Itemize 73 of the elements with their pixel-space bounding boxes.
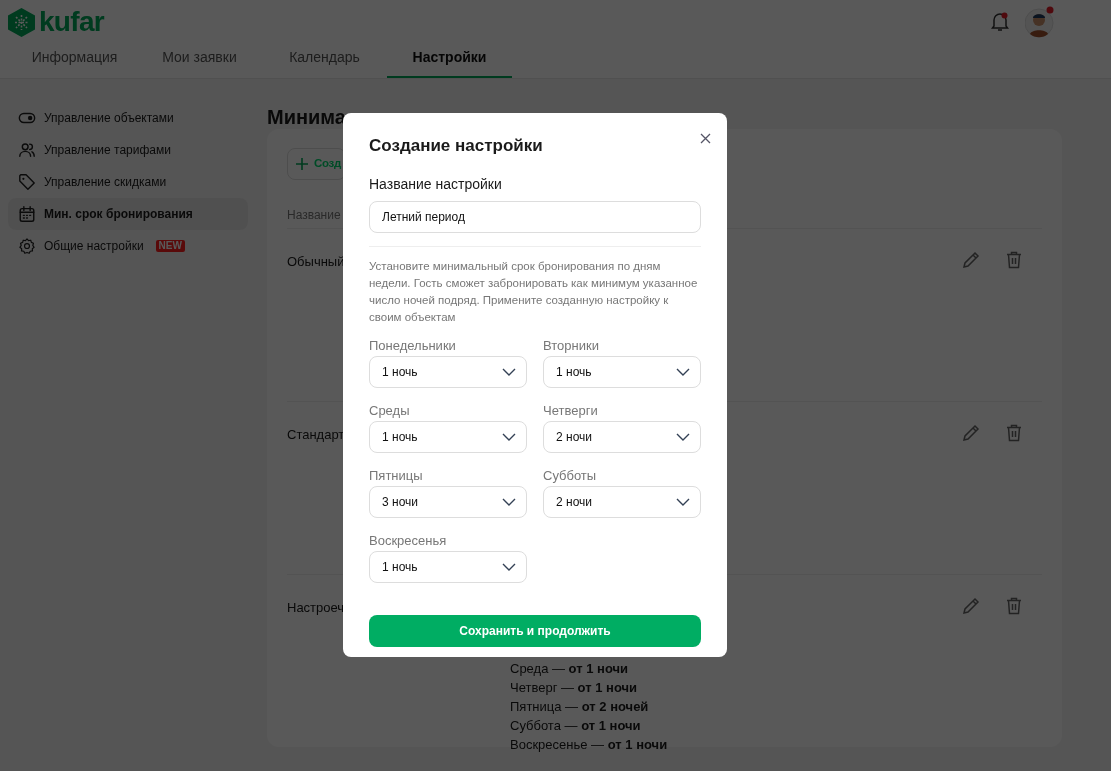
sidebar-item[interactable]: Управление скидками [8, 166, 248, 198]
trash-icon[interactable] [1006, 424, 1022, 442]
pencil-icon[interactable] [962, 424, 980, 442]
new-badge: NEW [155, 240, 185, 252]
page-heading: Минима [267, 105, 347, 129]
select-value: 1 ночь [382, 558, 418, 576]
field-label: Среды [369, 401, 411, 420]
sidebar-label: Мин. срок бронирования [44, 206, 193, 223]
chevron-down-icon [502, 367, 516, 376]
sidebar-label: Управление скидками [44, 174, 167, 191]
field-label: Пятницы [369, 466, 424, 485]
table-cell: Обычный [287, 254, 345, 269]
night-select[interactable]: 1 ночь [369, 550, 527, 583]
sidebar-item[interactable]: Управление тарифами [8, 134, 248, 166]
bell-icon[interactable] [991, 12, 1009, 32]
night-select[interactable]: 1 ночь [369, 420, 527, 453]
plus-icon [296, 158, 308, 170]
sidebar-label: Общие настройки [44, 238, 144, 255]
select-value: 3 ночи [382, 493, 418, 511]
tab[interactable]: Настройки [387, 38, 512, 78]
field-label: Вторники [543, 336, 600, 355]
table-cell: Настроеч [287, 600, 345, 615]
avatar-icon[interactable] [1025, 6, 1055, 38]
name-field[interactable]: Летний период [369, 200, 701, 233]
night-select[interactable]: 2 ночи [543, 485, 701, 518]
sidebar-item[interactable]: Мин. срок бронирования [8, 198, 248, 230]
chevron-down-icon [502, 562, 516, 571]
trash-icon[interactable] [1006, 251, 1022, 269]
save-button[interactable]: Сохранить и продолжить [369, 614, 701, 647]
chevron-down-icon [676, 367, 690, 376]
logo[interactable]: kufar [8, 7, 104, 37]
rule-line: Суббота — от 1 ночи [510, 717, 642, 735]
dialog-title: Создание настройки [369, 135, 543, 157]
rule-line: Пятница — от 2 ночей [510, 698, 650, 716]
night-select[interactable]: 2 ночи [543, 420, 701, 453]
tab[interactable]: Информация [12, 38, 137, 78]
select-value: 1 ночь [556, 363, 592, 381]
sidebar-label: Управление тарифами [44, 142, 171, 159]
users-icon [18, 141, 36, 159]
close-icon[interactable] [700, 133, 711, 144]
select-value: 2 ночи [556, 493, 592, 511]
pencil-icon[interactable] [962, 251, 980, 269]
rule-line: Четверг — от 1 ночи [510, 679, 639, 697]
logo-icon [8, 7, 35, 37]
sidebar-label: Управление объектами [44, 110, 174, 127]
field-label: Воскресенья [369, 531, 448, 550]
select-value: 1 ночь [382, 363, 418, 381]
chevron-down-icon [676, 432, 690, 441]
rule-line: Воскресенье — от 1 ночи [510, 736, 669, 754]
sidebar-item[interactable]: Общие настройки NEW [8, 230, 248, 262]
tab[interactable]: Календарь [262, 38, 387, 78]
rule-line: Среда — от 1 ночи [510, 660, 630, 678]
field-label: Понедельники [369, 336, 457, 355]
field-label: Четверги [543, 401, 599, 420]
select-value: 2 ночи [556, 428, 592, 446]
sidebar-item[interactable]: Управление объектами [8, 102, 248, 134]
settings-icon [18, 237, 36, 255]
chevron-down-icon [676, 497, 690, 506]
night-select[interactable]: 1 ночь [543, 355, 701, 388]
tab[interactable]: Мои заявки [137, 38, 262, 78]
field-label: Субботы [543, 466, 598, 485]
tag-icon [18, 173, 36, 191]
field-label: Название настройки [369, 174, 503, 194]
trash-icon[interactable] [1006, 597, 1022, 615]
night-select[interactable]: 3 ночи [369, 485, 527, 518]
description: Установите минимальный срок бронирования по дням недели. Гость сможет забронировать как минимум указанное число ночей подряд. Примените созданную настройку к своим объектам [369, 258, 699, 325]
pencil-icon[interactable] [962, 597, 980, 615]
calendar-icon [18, 205, 36, 223]
select-value: 1 ночь [382, 428, 418, 446]
chevron-down-icon [502, 432, 516, 441]
chevron-down-icon [502, 497, 516, 506]
table-cell: Стандарт [287, 427, 345, 442]
night-select[interactable]: 1 ночь [369, 355, 527, 388]
